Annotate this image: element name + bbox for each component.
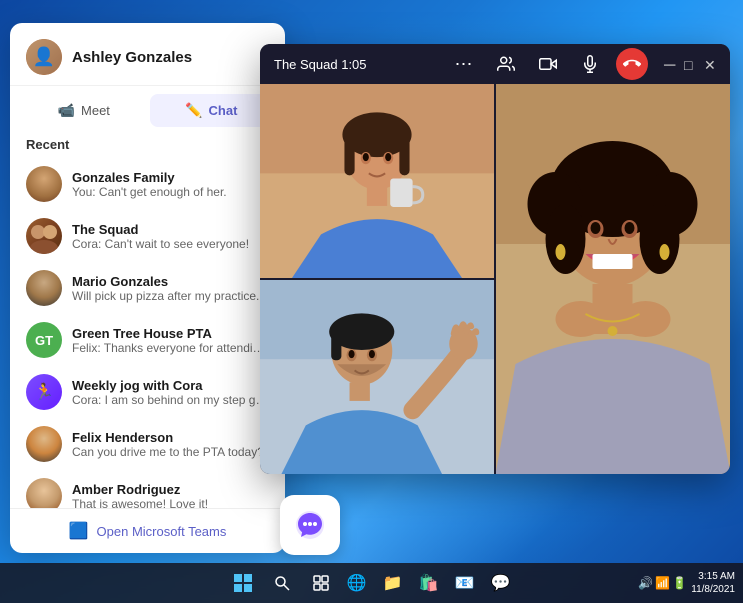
avatar-gonzales-family [26, 166, 62, 202]
minimize-button[interactable]: ─ [664, 58, 676, 70]
file-explorer-icon[interactable]: 📁 [378, 568, 408, 598]
chat-name: Green Tree House PTA [72, 326, 269, 341]
taskbar: 🌐 📁 🛍️ 📧 💬 🔊 📶 🔋 3:15 AM 11/8/2021 [0, 563, 743, 603]
chat-item-gonzales-family[interactable]: Gonzales Family You: Can't get enough of… [10, 158, 285, 210]
chat-item-mario-gonzales[interactable]: Mario Gonzales Will pick up pizza after … [10, 262, 285, 314]
avatar-green-tree: GT [26, 322, 62, 358]
volume-icon[interactable]: 🔊 [638, 576, 653, 590]
chat-item-amber-rodriguez[interactable]: Amber Rodriguez That is awesome! Love it… [10, 470, 285, 508]
mail-icon[interactable]: 📧 [450, 568, 480, 598]
chat-name: Weekly jog with Cora [72, 378, 269, 393]
video-cell-person1 [260, 84, 494, 278]
teams-logo-icon: 🟦 [69, 521, 89, 541]
teams-icon-svg [290, 505, 330, 545]
window-controls: ─ □ ✕ [664, 58, 716, 70]
avatar-weekly-jog: 🏃 [26, 374, 62, 410]
maximize-button[interactable]: □ [684, 58, 696, 70]
chat-item-green-tree[interactable]: GT Green Tree House PTA Felix: Thanks ev… [10, 314, 285, 366]
end-call-button[interactable] [616, 48, 648, 80]
teams-taskbar-icon[interactable]: 💬 [486, 568, 516, 598]
open-teams-button[interactable]: 🟦 Open Microsoft Teams [10, 508, 285, 553]
tab-chat[interactable]: ✏️ Chat [150, 94, 274, 127]
video-cell-person3 [496, 84, 730, 474]
avatar-felix-henderson [26, 426, 62, 462]
people-button[interactable] [490, 48, 522, 80]
teams-panel-header: Ashley Gonzales [10, 23, 285, 86]
call-controls: ⋯ [448, 48, 648, 80]
chat-item-weekly-jog[interactable]: 🏃 Weekly jog with Cora Cora: I am so beh… [10, 366, 285, 418]
edge-icon[interactable]: 🌐 [342, 568, 372, 598]
chat-name: Mario Gonzales [72, 274, 269, 289]
chat-preview: Cora: Can't wait to see everyone! [72, 237, 269, 251]
chat-name: The Squad [72, 222, 269, 237]
close-button[interactable]: ✕ [704, 58, 716, 70]
chat-preview: Cora: I am so behind on my step goals. [72, 393, 269, 407]
chat-item-felix-henderson[interactable]: Felix Henderson Can you drive me to the … [10, 418, 285, 470]
video-call-window: The Squad 1:05 ⋯ [260, 44, 730, 474]
user-name: Ashley Gonzales [72, 49, 192, 66]
store-icon[interactable]: 🛍️ [414, 568, 444, 598]
chat-item-the-squad[interactable]: The Squad Cora: Can't wait to see everyo… [10, 210, 285, 262]
mic-button[interactable] [574, 48, 606, 80]
system-tray: 🔊 📶 🔋 [638, 576, 687, 590]
chat-preview: Felix: Thanks everyone for attending. [72, 341, 269, 355]
recent-label: Recent [10, 127, 285, 158]
teams-chat-float-icon[interactable] [280, 495, 340, 555]
chat-name: Gonzales Family [72, 170, 269, 185]
chat-name: Amber Rodriguez [72, 482, 269, 497]
video-call-title: The Squad 1:05 [274, 57, 367, 72]
meet-icon: 📹 [58, 102, 75, 119]
video-cell-person2 [260, 280, 494, 474]
chat-list: Gonzales Family You: Can't get enough of… [10, 158, 285, 508]
avatar-the-squad [26, 218, 62, 254]
more-options-button[interactable]: ⋯ [448, 48, 480, 80]
search-button[interactable] [264, 568, 300, 598]
network-icon[interactable]: 📶 [655, 576, 670, 590]
chat-preview: That is awesome! Love it! [72, 497, 269, 509]
taskview-button[interactable] [306, 568, 336, 598]
start-button[interactable] [228, 568, 258, 598]
tab-bar: 📹 Meet ✏️ Chat [10, 86, 285, 127]
chat-edit-icon: ✏️ [185, 102, 202, 119]
chat-name: Felix Henderson [72, 430, 269, 445]
taskbar-right: 🔊 📶 🔋 3:15 AM 11/8/2021 [638, 570, 735, 596]
video-titlebar: The Squad 1:05 ⋯ [260, 44, 730, 84]
avatar-amber-rodriguez [26, 478, 62, 508]
video-grid [260, 84, 730, 474]
system-clock[interactable]: 3:15 AM 11/8/2021 [691, 570, 735, 596]
avatar-mario-gonzales [26, 270, 62, 306]
taskbar-center: 🌐 📁 🛍️ 📧 💬 [228, 568, 516, 598]
chat-preview: Will pick up pizza after my practice. [72, 289, 269, 303]
battery-icon[interactable]: 🔋 [672, 576, 687, 590]
chat-preview: You: Can't get enough of her. [72, 185, 269, 199]
user-avatar [26, 39, 62, 75]
tab-meet[interactable]: 📹 Meet [22, 94, 146, 127]
chat-preview: Can you drive me to the PTA today? [72, 445, 269, 459]
camera-button[interactable] [532, 48, 564, 80]
teams-panel: Ashley Gonzales 📹 Meet ✏️ Chat Recent Go… [10, 23, 285, 553]
